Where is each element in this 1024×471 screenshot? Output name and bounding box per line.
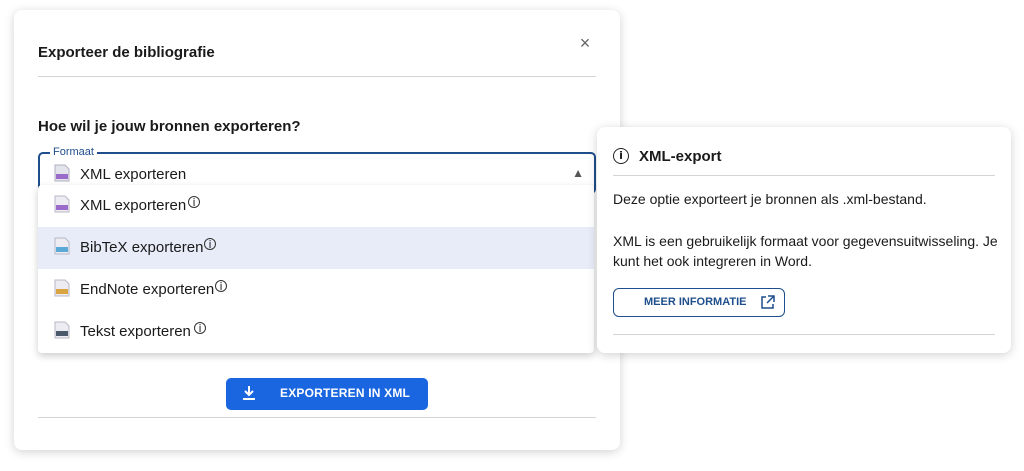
option-bibtex[interactable]: BibTeX exporteren i [38, 227, 594, 269]
dialog-title: Exporteer de bibliografie [38, 44, 215, 61]
info-panel: i XML-export Deze optie exporteert je br… [597, 127, 1011, 353]
info-icon[interactable]: i [215, 280, 227, 292]
info-panel-details: XML is een gebruikelijk formaat voor geg… [613, 233, 998, 269]
info-panel-description: Deze optie exporteert je bronnen als .xm… [613, 191, 927, 207]
text-file-icon [54, 321, 70, 339]
chevron-up-icon: ▲ [572, 166, 584, 180]
xml-file-icon [54, 195, 70, 213]
divider [38, 76, 596, 77]
more-info-label: MEER INFORMATIE [644, 296, 747, 308]
option-label: EndNote exporteren [80, 281, 215, 298]
info-icon[interactable]: i [194, 322, 206, 334]
option-text[interactable]: Tekst exporteren i [38, 311, 594, 353]
external-link-icon [760, 295, 775, 315]
bibtex-file-icon [54, 237, 70, 255]
divider [613, 334, 995, 335]
export-button[interactable]: EXPORTEREN IN XML [226, 378, 428, 410]
close-icon[interactable]: × [574, 32, 596, 54]
format-select-value: XML exporteren [80, 166, 187, 183]
download-icon [242, 385, 256, 406]
info-icon: i [613, 148, 629, 164]
endnote-file-icon [54, 279, 70, 297]
info-panel-title: XML-export [639, 148, 722, 165]
option-label: Tekst exporteren [80, 323, 191, 340]
xml-file-icon [54, 164, 70, 187]
format-select-label: Formaat [50, 145, 97, 159]
info-icon[interactable]: i [188, 196, 200, 208]
divider [38, 417, 596, 418]
option-xml[interactable]: XML exporteren i [38, 185, 594, 227]
format-dropdown: XML exporteren i BibTeX exporteren i End… [38, 185, 594, 353]
more-info-button[interactable]: MEER INFORMATIE [613, 288, 785, 317]
option-label: BibTeX exporteren [80, 239, 204, 256]
option-label: XML exporteren [80, 197, 187, 214]
divider [613, 175, 995, 176]
option-endnote[interactable]: EndNote exporteren i [38, 269, 594, 311]
export-button-label: EXPORTEREN IN XML [280, 386, 411, 400]
info-icon[interactable]: i [204, 238, 216, 250]
question-heading: Hoe wil je jouw bronnen exporteren? [38, 118, 301, 135]
